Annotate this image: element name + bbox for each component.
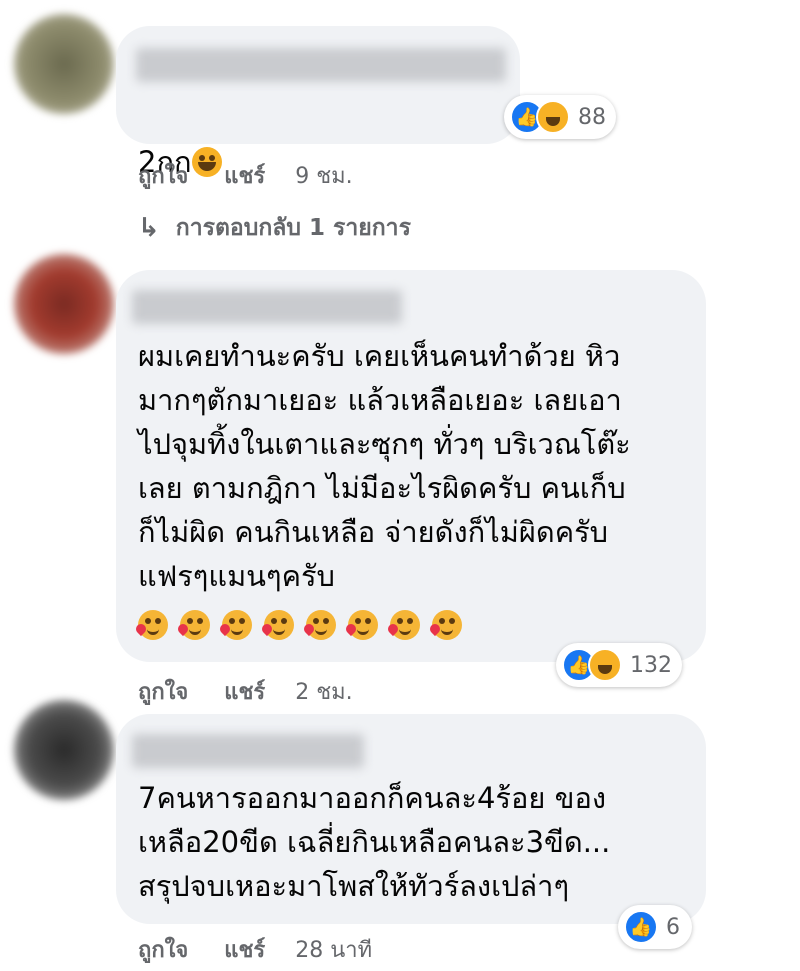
comment-actions: ถูกใจ แชร์ 28 นาที	[138, 932, 372, 967]
haha-reaction-icon	[588, 648, 622, 682]
reaction-summary[interactable]: 👍 88	[504, 95, 616, 139]
smiling-hearts-emoji-icon	[259, 610, 294, 640]
smiling-hearts-emoji-icon	[175, 610, 210, 640]
like-button[interactable]: ถูกใจ	[138, 674, 188, 709]
timestamp[interactable]: 28 นาที	[295, 932, 372, 967]
smiling-hearts-emoji-icon	[427, 610, 462, 640]
avatar[interactable]	[14, 14, 114, 114]
commenter-name-redacted[interactable]	[132, 290, 402, 324]
avatar[interactable]	[14, 700, 114, 800]
reaction-count: 132	[630, 652, 672, 678]
reaction-count: 88	[578, 104, 606, 130]
like-button[interactable]: ถูกใจ	[138, 158, 188, 193]
timestamp[interactable]: 9 ชม.	[295, 158, 352, 193]
comment-text: ผมเคยทำนะครับ เคยเห็นคนทำด้วย หิว มากๆตั…	[138, 339, 631, 593]
comment-bubble: 7คนหารออกมาออกก็คนละ4ร้อย ของ เหลือ20ขีด…	[116, 714, 706, 924]
share-button[interactable]: แชร์	[224, 158, 265, 193]
comment-bubble: ผมเคยทำนะครับ เคยเห็นคนทำด้วย หิว มากๆตั…	[116, 270, 706, 662]
comment-actions: ถูกใจ แชร์ 9 ชม.	[138, 158, 353, 193]
share-button[interactable]: แชร์	[224, 932, 265, 967]
smiling-hearts-emoji-icon	[343, 610, 378, 640]
haha-reaction-icon	[536, 100, 570, 134]
reply-arrow-icon: ↳	[138, 213, 160, 243]
commenter-name-redacted[interactable]	[132, 734, 364, 768]
timestamp[interactable]: 2 ชม.	[295, 674, 352, 709]
comment-actions: ถูกใจ แชร์ 2 ชม.	[138, 674, 353, 709]
reaction-summary[interactable]: 👍 6	[618, 905, 692, 949]
reaction-summary[interactable]: 👍 132	[556, 643, 682, 687]
replies-label: การตอบกลับ 1 รายการ	[175, 215, 411, 241]
smiling-hearts-emoji-icon	[217, 610, 252, 640]
like-reaction-icon: 👍	[624, 910, 658, 944]
commenter-name-redacted[interactable]	[136, 48, 506, 82]
reaction-count: 6	[666, 914, 680, 940]
emoji-row	[133, 610, 464, 640]
avatar[interactable]	[14, 254, 114, 354]
comment-bubble: 2กก	[116, 26, 520, 179]
smiling-hearts-emoji-icon	[301, 610, 336, 640]
view-replies-link[interactable]: ↳ การตอบกลับ 1 รายการ	[138, 210, 411, 246]
share-button[interactable]: แชร์	[224, 674, 265, 709]
like-button[interactable]: ถูกใจ	[138, 932, 188, 967]
comment-text: 7คนหารออกมาออกก็คนละ4ร้อย ของ เหลือ20ขีด…	[138, 781, 611, 903]
smiling-hearts-emoji-icon	[133, 610, 168, 640]
smiling-hearts-emoji-icon	[385, 610, 420, 640]
